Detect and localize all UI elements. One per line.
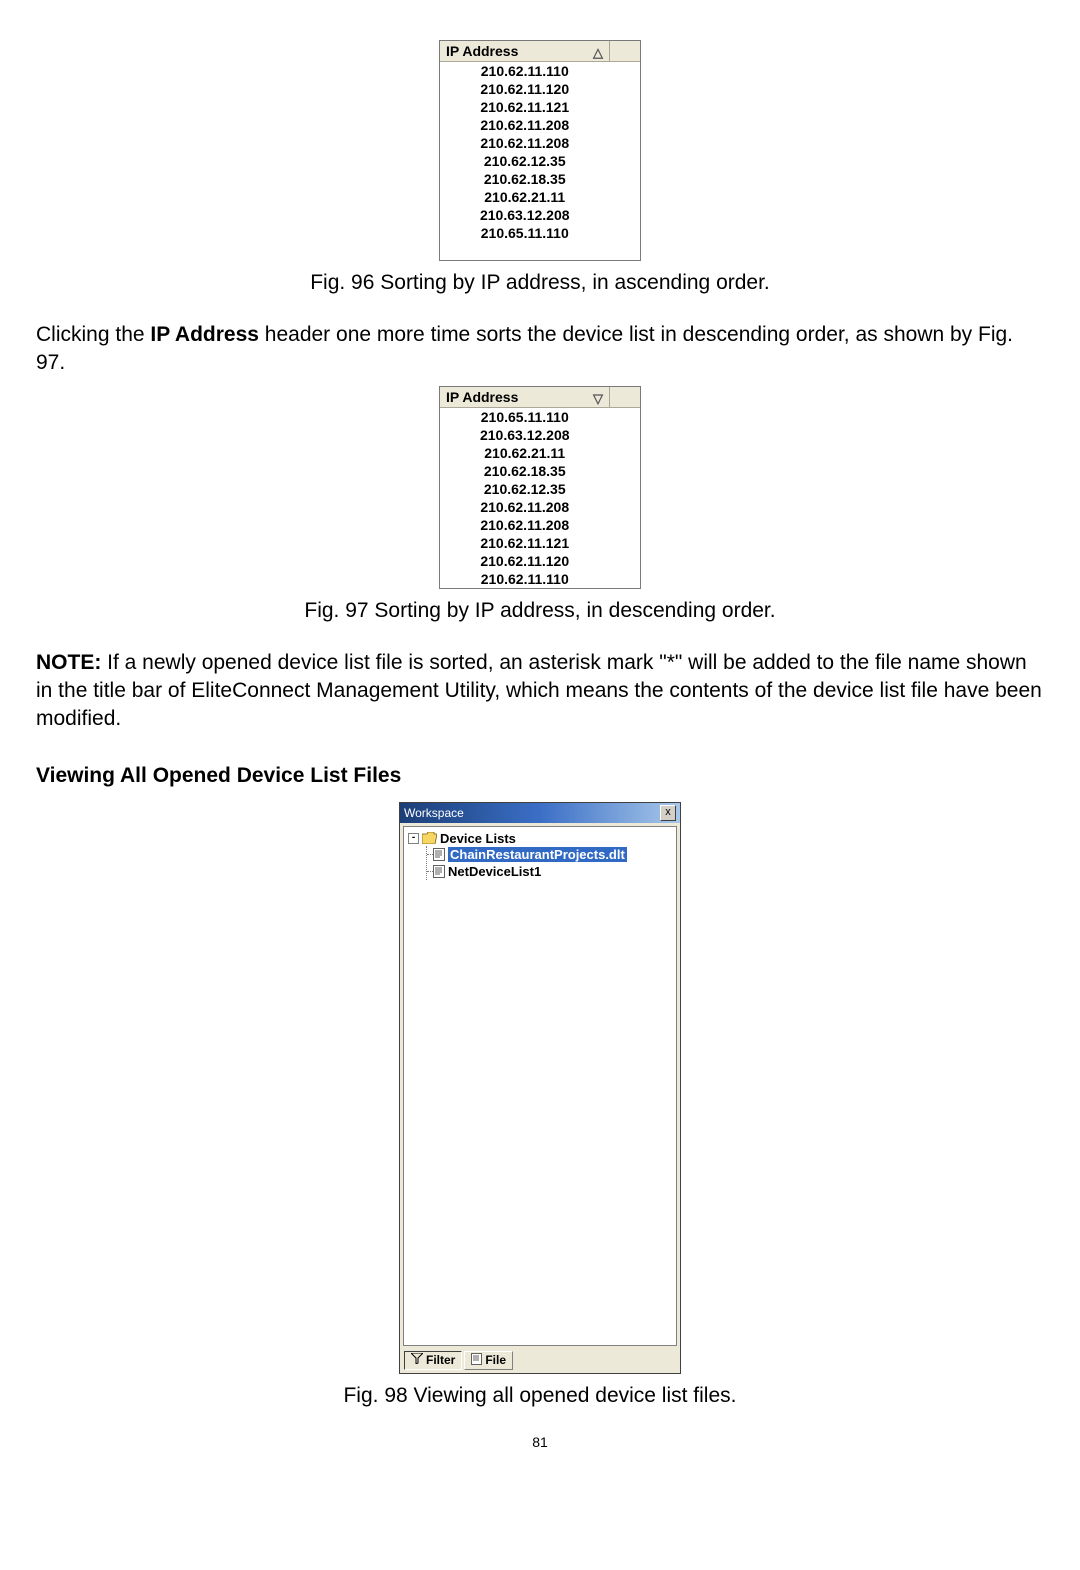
note-paragraph: NOTE: If a newly opened device list file… — [36, 649, 1044, 734]
fig96-caption: Fig. 96 Sorting by IP address, in ascend… — [36, 271, 1044, 295]
ip-address-column-header[interactable]: IP Address △ — [440, 41, 610, 62]
ip-cell[interactable]: 210.62.11.208 — [440, 134, 610, 152]
ip-cell[interactable]: 210.62.11.120 — [440, 552, 610, 570]
section-heading: Viewing All Opened Device List Files — [36, 764, 1044, 788]
ip-cell[interactable]: 210.62.11.208 — [440, 516, 610, 534]
ip-cell[interactable]: 210.62.12.35 — [440, 480, 610, 498]
tree-root-device-lists[interactable]: - Device Lists — [408, 831, 672, 846]
workspace-tree: - Device Lists ChainRestaurantProjects.d… — [403, 826, 677, 1346]
tree-children: ChainRestaurantProjects.dlt NetDeviceLis… — [426, 846, 672, 880]
page-number: 81 — [36, 1434, 1044, 1450]
note-text: If a newly opened device list file is so… — [36, 651, 1042, 731]
folder-open-icon — [422, 832, 437, 844]
tab-label: Filter — [426, 1353, 455, 1367]
ip-cell[interactable]: 210.62.18.35 — [440, 170, 610, 188]
ip-cell[interactable]: 210.63.12.208 — [440, 426, 610, 444]
empty-column-header — [610, 387, 641, 408]
ip-cell[interactable]: 210.62.21.11 — [440, 444, 610, 462]
funnel-icon — [411, 1353, 423, 1367]
ip-cell[interactable]: 210.62.11.120 — [440, 80, 610, 98]
tab-label: File — [485, 1353, 506, 1367]
file-icon — [433, 865, 445, 878]
close-button[interactable]: x — [660, 805, 676, 821]
column-header-label: IP Address — [446, 43, 518, 59]
ip-cell-empty — [440, 242, 610, 260]
workspace-tabs: Filter File — [400, 1349, 680, 1373]
para-click-header: Clicking the IP Address header one more … — [36, 321, 1044, 378]
file-icon — [433, 848, 445, 861]
ip-cell[interactable]: 210.62.12.35 — [440, 152, 610, 170]
fig96-table: IP Address △ 210.62.11.110 210.62.11.120… — [439, 40, 641, 261]
ip-cell[interactable]: 210.62.18.35 — [440, 462, 610, 480]
note-label: NOTE: — [36, 651, 101, 674]
ip-cell[interactable]: 210.65.11.110 — [440, 224, 610, 242]
ip-cell[interactable]: 210.62.11.121 — [440, 98, 610, 116]
workspace-titlebar: Workspace x — [400, 803, 680, 823]
tree-collapse-icon[interactable]: - — [408, 833, 419, 844]
file-icon — [471, 1353, 482, 1368]
ip-address-table-desc: IP Address ▽ 210.65.11.110 210.63.12.208… — [440, 387, 640, 588]
ip-address-table-asc: IP Address △ 210.62.11.110 210.62.11.120… — [440, 41, 640, 260]
para-bold: IP Address — [150, 323, 259, 346]
ip-address-column-header[interactable]: IP Address ▽ — [440, 387, 610, 408]
tab-file[interactable]: File — [464, 1351, 513, 1370]
tree-item-label: NetDeviceList1 — [448, 864, 541, 879]
tree-item-selected[interactable]: ChainRestaurantProjects.dlt — [433, 846, 672, 863]
workspace-panel: Workspace x - Device Lists ChainRestaura… — [399, 802, 681, 1374]
ip-cell[interactable]: 210.62.11.208 — [440, 498, 610, 516]
tab-filter[interactable]: Filter — [404, 1351, 462, 1370]
tree-item[interactable]: NetDeviceList1 — [433, 863, 672, 880]
fig97-caption: Fig. 97 Sorting by IP address, in descen… — [36, 599, 1044, 623]
ip-cell[interactable]: 210.62.21.11 — [440, 188, 610, 206]
tree-item-label: ChainRestaurantProjects.dlt — [448, 847, 627, 862]
para-text: Clicking the — [36, 323, 150, 346]
fig98-caption: Fig. 98 Viewing all opened device list f… — [36, 1384, 1044, 1408]
ip-cell[interactable]: 210.62.11.110 — [440, 570, 610, 588]
sort-ascending-icon: △ — [593, 45, 603, 61]
empty-column-header — [610, 41, 641, 62]
fig97-table: IP Address ▽ 210.65.11.110 210.63.12.208… — [439, 386, 641, 589]
tree-root-label: Device Lists — [440, 831, 516, 846]
ip-cell[interactable]: 210.62.11.121 — [440, 534, 610, 552]
ip-cell[interactable]: 210.65.11.110 — [440, 407, 610, 426]
column-header-label: IP Address — [446, 389, 518, 405]
ip-cell[interactable]: 210.63.12.208 — [440, 206, 610, 224]
ip-cell[interactable]: 210.62.11.110 — [440, 62, 610, 81]
ip-cell[interactable]: 210.62.11.208 — [440, 116, 610, 134]
sort-descending-icon: ▽ — [593, 391, 603, 407]
workspace-title: Workspace — [404, 806, 464, 820]
